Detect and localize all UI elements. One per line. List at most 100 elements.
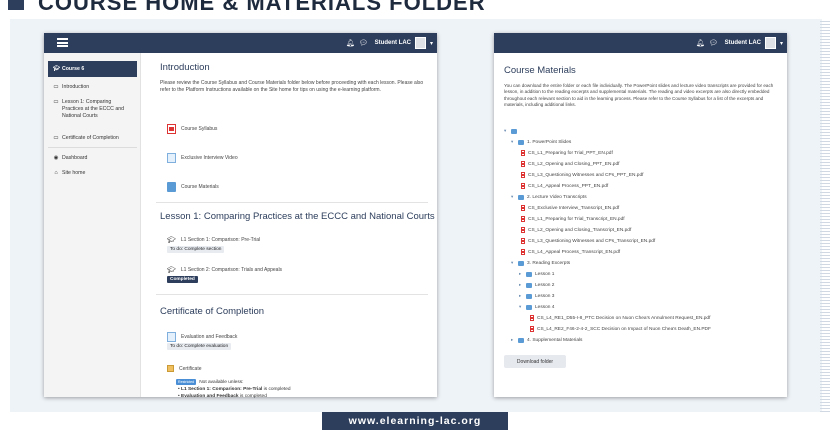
avatar[interactable] [414,37,426,49]
file-label: CS_L1_Preparing for Trial_Transcript_EN.… [528,216,625,222]
sidebar-item-site-home[interactable]: ⌂ Site home [48,170,137,177]
tree-root[interactable]: ▾ [504,128,517,134]
collapse-icon: ▸ [519,271,522,276]
collapse-icon: ▸ [511,337,514,342]
activity-course-syllabus[interactable]: Course Syllabus [167,124,217,134]
tree-file[interactable]: CS_L1_Preparing for Trial_Transcript_EN.… [521,216,625,222]
tree-file[interactable]: CS_L2_Opening and Closing_PPT_EN.pdf [521,161,619,167]
feedback-icon [167,332,176,342]
pdf-icon [521,205,525,211]
page-title: Course Materials [504,65,576,76]
tree-file[interactable]: CS_L4_Appeal Process_Transcript_EN.pdf [521,249,620,255]
tree-file[interactable]: CS_L4_RE1_D55-I-8_PTC Decision on Nuon C… [530,315,710,321]
pdf-icon [521,150,525,156]
bell-icon[interactable]: 🔔︎ [346,40,355,47]
pdf-icon [521,216,525,222]
tree-file[interactable]: CS_L3_Questioning Witnesses and CPs_PPT_… [521,172,643,178]
top-navbar: 🔔︎ 💬︎ Student LAC ▾ [44,33,437,53]
tree-folder-lesson-4[interactable]: ▾ Lesson 4 [519,304,554,310]
site-url-footer: www.elearning-lac.org [322,412,508,430]
pdf-icon [521,249,525,255]
folder-icon [518,139,524,145]
tree-folder-transcripts[interactable]: ▾ 2. Lecture Video Transcripts [511,194,587,200]
tree-folder-supplemental[interactable]: ▸ 4. Supplemental Materials [511,337,582,343]
pdf-icon [530,315,534,321]
section-title-introduction: Introduction [160,62,210,73]
tree-file[interactable]: CS_L4_RE2_F46-2-4-2_SCC Decision on Impa… [530,326,711,332]
file-label: CS_L3_Questioning Witnesses and CPs_PPT_… [528,172,644,178]
user-name[interactable]: Student LAC [725,40,761,46]
file-label: CS_L4_Appeal Process_Transcript_EN.pdf [528,249,621,255]
folder-icon [511,128,517,134]
activity-certificate: Certificate [167,365,202,372]
condition-text: is completed [238,394,267,399]
avatar[interactable] [764,37,776,49]
heading-marker [8,0,24,10]
folder-outline-icon: ▭ [53,135,59,141]
course-content: Introduction Please review the Course Sy… [150,53,435,399]
folder-label: 1. PowerPoint Slides [527,139,572,145]
sidebar-item-certificate[interactable]: ▭ Certificate of Completion [48,135,137,142]
sidebar-item-label: Site home [62,170,86,176]
pdf-icon [521,183,525,189]
folder-label: Lesson 4 [535,304,555,310]
tree-file[interactable]: CS_Exclusive Interview_Transcript_EN.pdf [521,205,619,211]
chat-icon[interactable]: 💬︎ [709,40,718,47]
hamburger-menu-icon[interactable] [57,38,68,47]
tree-file[interactable]: CS_L2_Opening and Closing_Transcript_EN.… [521,227,631,233]
collapse-icon: ▸ [519,293,522,298]
user-name[interactable]: Student LAC [375,40,411,46]
folder-label: 3. Reading Excerpts [527,260,571,266]
chevron-down-icon[interactable]: ▾ [430,40,433,47]
sidebar-divider [48,147,137,148]
activity-course-materials[interactable]: Course Materials [167,182,219,192]
folder-icon [518,260,524,266]
activity-l1-section-2[interactable]: 🎓︎ L1 Section 2: Comparison: Trials and … [167,266,282,274]
intro-paragraph: Please review the Course Syllabus and Co… [160,80,424,94]
bell-icon[interactable]: 🔔︎ [696,40,705,47]
activity-label: Course Syllabus [181,126,218,132]
tree-folder-lesson-2[interactable]: ▸ Lesson 2 [519,282,554,288]
condition-text: is completed [262,387,291,392]
certificate-icon [167,365,174,372]
chevron-down-icon[interactable]: ▾ [780,40,783,47]
course-materials-window: 🔔︎ 💬︎ Student LAC ▾ Course Materials You… [494,33,787,397]
restriction-condition: • L1 Section 1: Comparison: Pre-Trial is… [178,387,291,392]
activity-evaluation[interactable]: Evaluation and Feedback [167,332,237,342]
tree-file[interactable]: CS_L3_Questioning Witnesses and CPs_Tran… [521,238,655,244]
file-label: CS_L3_Questioning Witnesses and CPs_Tran… [528,238,656,244]
activity-l1-section-1[interactable]: 🎓︎ L1 Section 1: Comparison: Pre-Trial [167,236,260,244]
tree-file[interactable]: CS_L1_Preparing for Trial_PPT_EN.pdf [521,150,613,156]
download-folder-button[interactable]: Download folder [504,355,566,368]
activity-label: L1 Section 2: Comparison: Trials and App… [180,267,283,273]
file-label: CS_Exclusive Interview_Transcript_EN.pdf [528,205,620,211]
status-badge: To do: Complete section [167,246,225,253]
graduation-cap-icon: 🎓︎ [167,237,176,244]
restricted-badge: Restricted [176,379,197,385]
tree-folder-readings[interactable]: ▾ 3. Reading Excerpts [511,260,570,266]
sidebar-item-introduction[interactable]: ▭ Introduction [48,84,137,91]
section-title-lesson-1: Lesson 1: Comparing Practices at the ECC… [160,211,435,222]
materials-description: You can download the entire folder or ea… [504,83,774,108]
tree-folder-slides[interactable]: ▾ 1. PowerPoint Slides [511,139,571,145]
restriction-condition: • Evaluation and Feedback is completed [178,394,267,399]
section-divider [156,202,428,203]
slide-title: COURSE HOME & MATERIALS FOLDER [38,0,486,14]
sidebar-item-label: Course 6 [62,65,85,72]
activity-interview-video[interactable]: Exclusive Interview Video [167,153,238,163]
pdf-icon [521,161,525,167]
tree-folder-lesson-1[interactable]: ▸ Lesson 1 [519,271,554,277]
dashboard-icon: ◉ [53,155,59,161]
sidebar-item-course[interactable]: 🎓︎ Course 6 [48,61,137,77]
sidebar-item-dashboard[interactable]: ◉ Dashboard [48,155,137,162]
file-label: CS_L2_Opening and Closing_Transcript_EN.… [528,227,632,233]
tree-file[interactable]: CS_L4_Appeal Process_PPT_EN.pdf [521,183,608,189]
folder-icon [526,271,532,277]
chat-icon[interactable]: 💬︎ [359,40,368,47]
sidebar-item-lesson-1[interactable]: ▭ Lesson 1: Comparing Practices at the E… [48,99,137,120]
file-label: CS_L4_Appeal Process_PPT_EN.pdf [528,183,609,189]
expand-icon: ▾ [511,194,514,199]
activity-label: Course Materials [181,184,219,190]
top-navbar: 🔔︎ 💬︎ Student LAC ▾ [494,33,787,53]
tree-folder-lesson-3[interactable]: ▸ Lesson 3 [519,293,554,299]
